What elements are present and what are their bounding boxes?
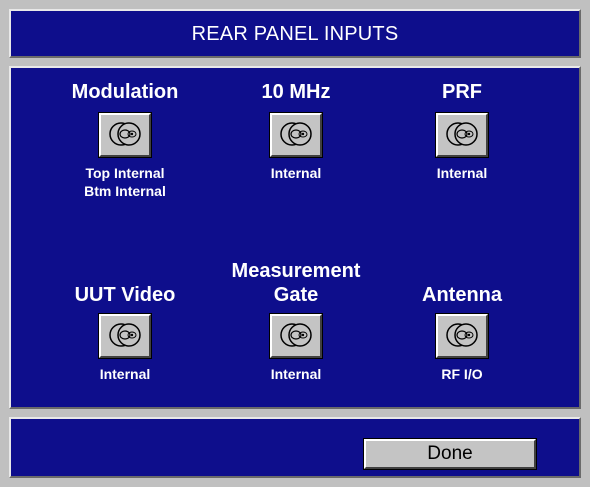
input-value-uut-video: Internal: [99, 366, 151, 382]
input-label-measurement: Measurement: [231, 260, 361, 282]
title-bar: REAR PANEL INPUTS: [9, 9, 581, 58]
input-cell-prf: PRF Internal: [382, 80, 542, 182]
antenna-button[interactable]: [435, 313, 489, 359]
input-cell-modulation: Modulation Top Internal Btm Internal: [45, 80, 205, 200]
input-cell-antenna: Antenna RF I/O: [382, 283, 542, 383]
input-value-10mhz: Internal: [270, 165, 322, 181]
input-cell-uut-video: UUT Video Internal: [45, 283, 205, 383]
done-button[interactable]: Done: [363, 438, 537, 470]
connector-icon: [280, 323, 312, 347]
input-label-modulation: Modulation: [71, 81, 179, 103]
modulation-button[interactable]: [98, 112, 152, 158]
measurement-gate-button[interactable]: [269, 313, 323, 359]
connector-icon: [446, 122, 478, 146]
input-value-modulation-btm: Btm Internal: [84, 183, 166, 199]
input-cell-10mhz: 10 MHz Internal: [216, 80, 376, 182]
connector-icon: [280, 122, 312, 146]
input-label-gate: Gate: [273, 284, 319, 306]
inputs-panel: Modulation Top Internal Btm Internal 10 …: [9, 66, 581, 409]
connector-icon: [109, 122, 141, 146]
input-value-prf: Internal: [436, 165, 488, 181]
input-label-10mhz: 10 MHz: [261, 81, 331, 103]
input-label-prf: PRF: [442, 81, 482, 103]
input-label-uut-video: UUT Video: [74, 284, 176, 306]
connector-icon: [446, 323, 478, 347]
input-value-antenna: RF I/O: [441, 366, 483, 382]
window-title: REAR PANEL INPUTS: [191, 23, 399, 45]
footer-bar: Done: [9, 417, 581, 478]
input-cell-measurement-gate: Measurement Gate Internal: [216, 259, 376, 383]
prf-button[interactable]: [435, 112, 489, 158]
input-value-measurement-gate: Internal: [270, 366, 322, 382]
connector-icon: [109, 323, 141, 347]
uut-video-button[interactable]: [98, 313, 152, 359]
input-value-modulation-top: Top Internal: [85, 165, 165, 181]
input-label-antenna: Antenna: [422, 284, 502, 306]
10mhz-button[interactable]: [269, 112, 323, 158]
